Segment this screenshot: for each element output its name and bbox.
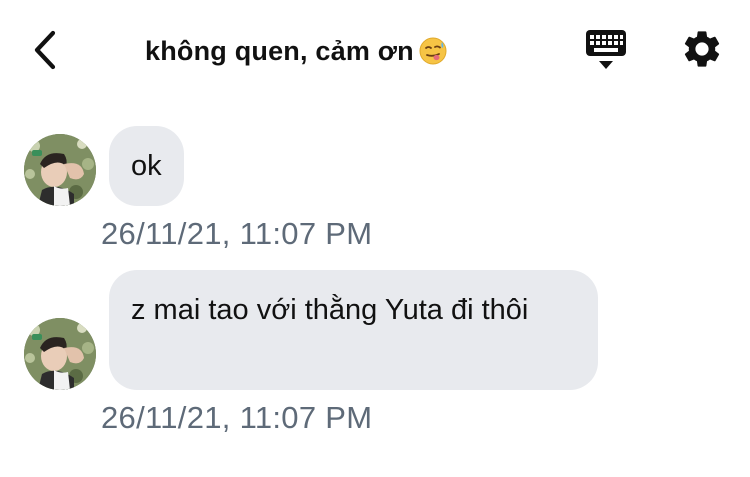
keyboard-icon (586, 30, 626, 69)
chat-header: không quen, cảm ơn (0, 0, 750, 100)
message-bubble[interactable]: ok (109, 126, 184, 206)
chevron-left-icon (34, 30, 56, 70)
avatar[interactable] (24, 318, 96, 390)
gear-icon (684, 31, 720, 67)
chat-title-wrap: không quen, cảm ơn (145, 31, 448, 71)
face-with-tongue-and-sweat-emoji (419, 37, 447, 65)
back-button[interactable] (28, 28, 62, 72)
message-text: ok (131, 150, 162, 182)
keyboard-button[interactable] (584, 28, 628, 72)
avatar[interactable] (24, 134, 96, 206)
message-timestamp: 26/11/21, 11:07 PM (101, 400, 373, 435)
chat-title: không quen, cảm ơn (145, 35, 414, 66)
settings-button[interactable] (680, 27, 724, 71)
message-timestamp: 26/11/21, 11:07 PM (101, 216, 373, 251)
message-text: z mai tao với thằng Yuta đi thôi (131, 294, 529, 326)
message-bubble[interactable]: z mai tao với thằng Yuta đi thôi (109, 270, 598, 390)
